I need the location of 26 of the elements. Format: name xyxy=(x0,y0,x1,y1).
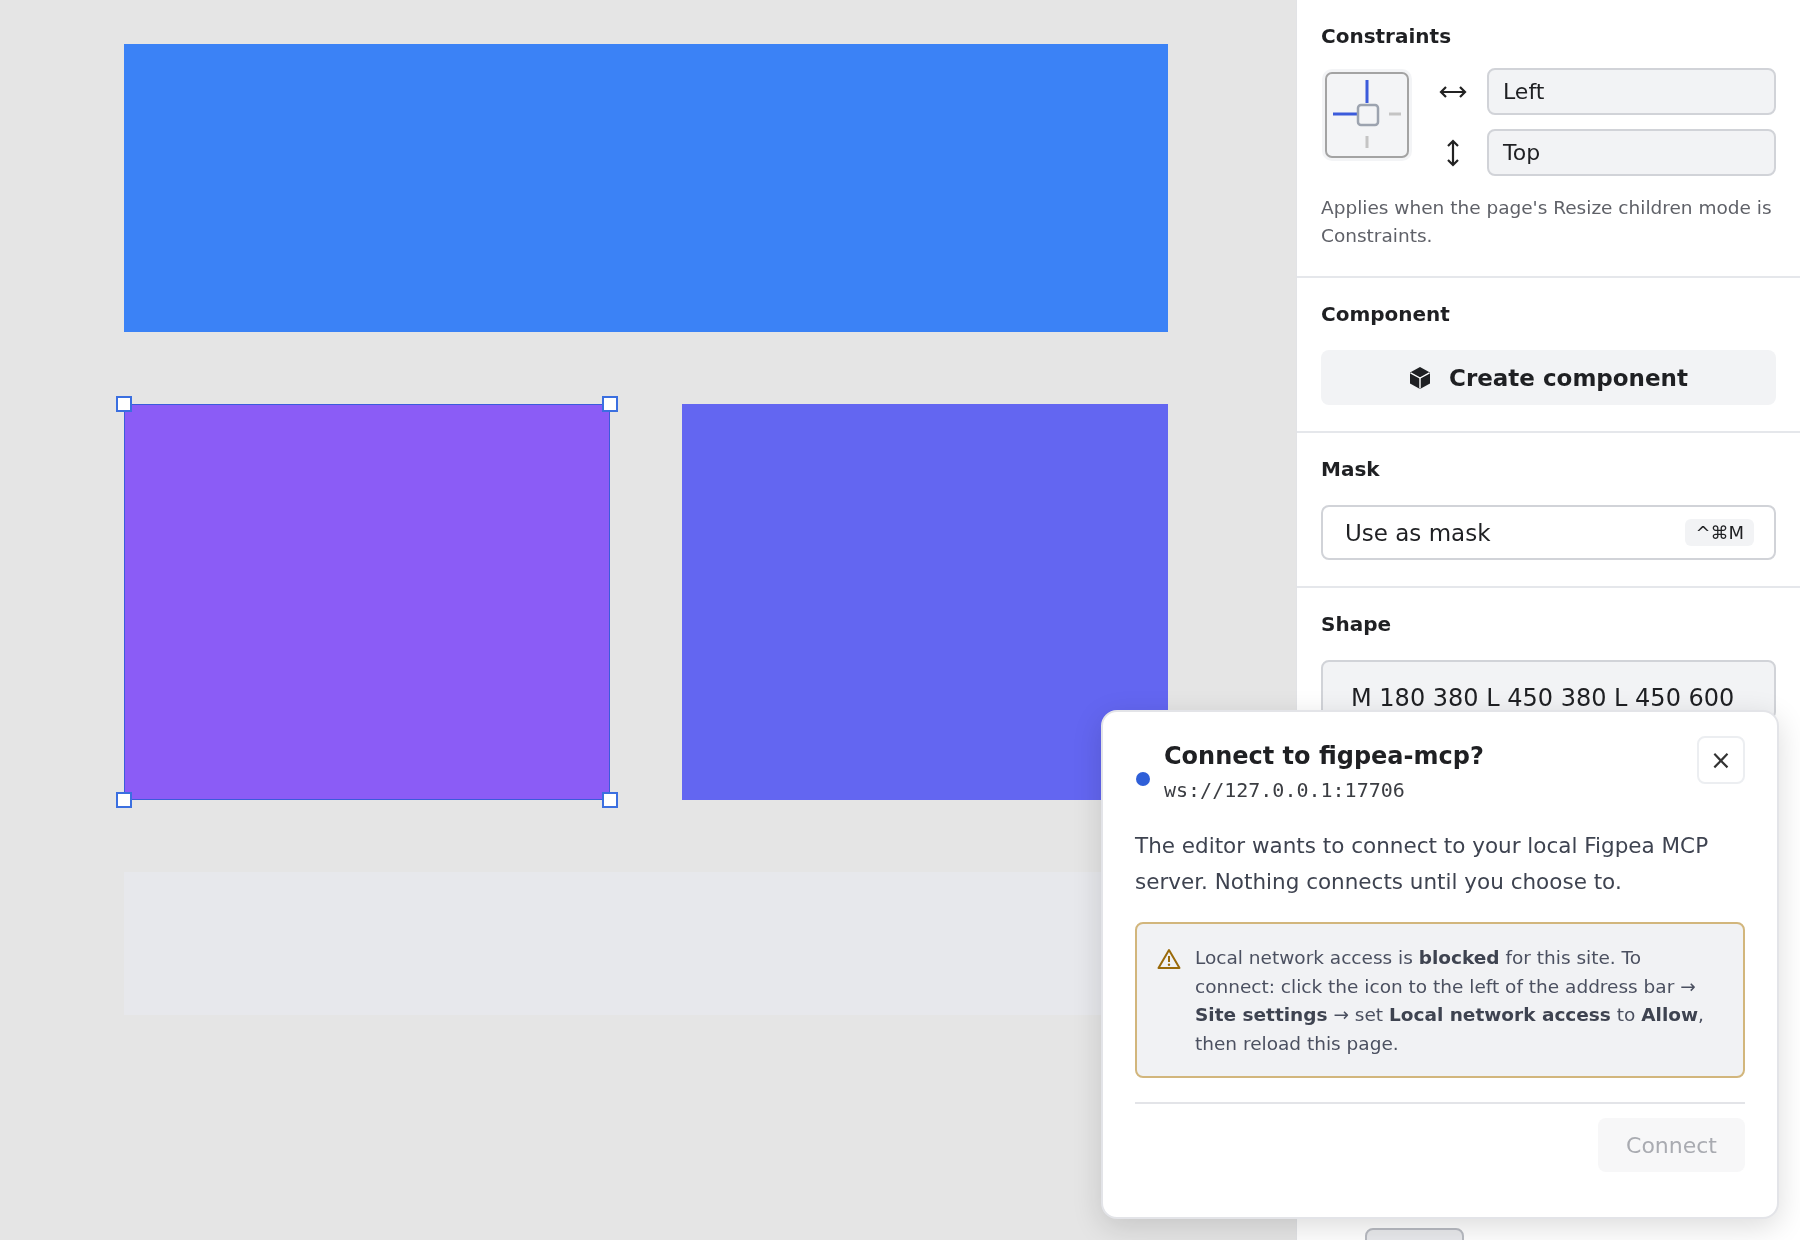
create-component-button[interactable]: Create component xyxy=(1321,350,1776,405)
use-as-mask-button[interactable]: Use as mask ^⌘M xyxy=(1321,505,1776,560)
section-title: Component xyxy=(1321,302,1451,326)
resize-handle[interactable] xyxy=(116,792,132,808)
section-title: Mask xyxy=(1321,457,1381,481)
constraint-field[interactable]: Top xyxy=(1487,129,1776,176)
constraint-widget[interactable] xyxy=(1321,68,1413,162)
section-title: Constraints xyxy=(1321,24,1453,48)
resize-handle[interactable] xyxy=(602,396,618,412)
shortcut-badge: ^⌘M xyxy=(1685,519,1754,546)
server-url: ws://127.0.0.1:17706 xyxy=(1164,778,1406,802)
constraint-field[interactable]: Left xyxy=(1487,68,1776,115)
resize-handle[interactable] xyxy=(116,396,132,412)
status-dot xyxy=(1136,772,1150,786)
warning-icon xyxy=(1157,948,1181,970)
horizontal-arrow-icon xyxy=(1439,83,1467,100)
help-text: Applies when the page's Resize children mode is Constraints. xyxy=(1321,196,1773,248)
dialog-title: Connect to figpea-mcp? xyxy=(1164,742,1485,770)
cube-icon xyxy=(1409,365,1431,390)
section-title: Shape xyxy=(1321,612,1393,636)
mask-label: Use as mask xyxy=(1345,519,1491,546)
vertical-arrow-icon xyxy=(1445,138,1461,167)
resize-handle[interactable] xyxy=(602,792,618,808)
dialog-message: The editor wants to connect to your local Figpea MCP server. Nothing connects until you choose to. xyxy=(1135,832,1710,896)
close-button[interactable]: × xyxy=(1697,736,1745,784)
warning-text: Local network access is blocked for this site. To connect: click the icon to the left of the address bar → Site settings → set Local network access to Allow, then reload this page. xyxy=(1195,946,1705,1056)
